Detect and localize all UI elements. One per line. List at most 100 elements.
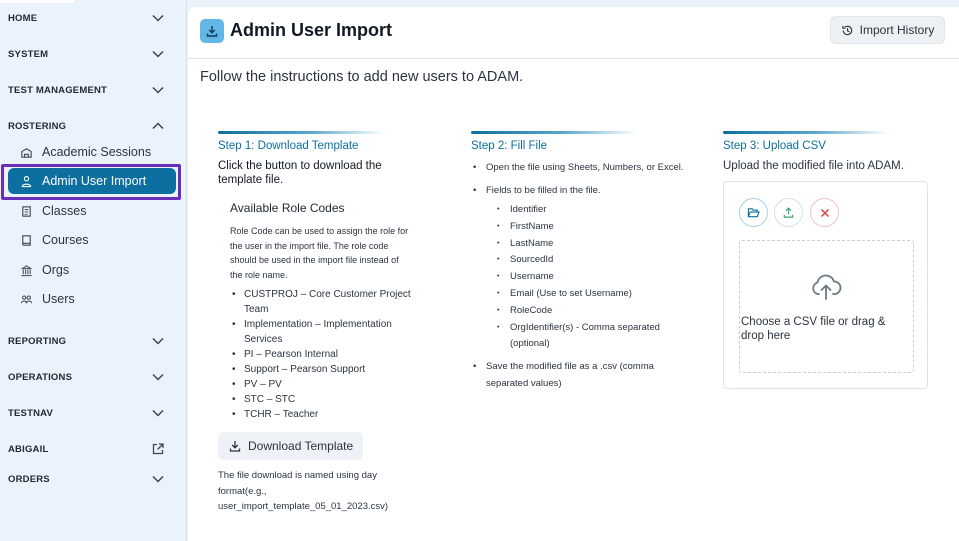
field-item: Username bbox=[486, 269, 686, 286]
sidebar-item-users[interactable]: Users bbox=[8, 286, 176, 312]
role-code-item: Support – Pearson Support bbox=[230, 362, 418, 377]
book-icon bbox=[22, 234, 31, 246]
role-codes-heading: Available Role Codes bbox=[230, 201, 345, 215]
sidebar-top-indicator bbox=[0, 0, 75, 3]
role-code-item: Implementation – Implementation Services bbox=[230, 317, 418, 347]
sidebar-section-label: TESTNAV bbox=[8, 407, 54, 419]
folder-open-icon bbox=[747, 208, 760, 218]
chevron-down-icon bbox=[152, 14, 164, 22]
sidebar-item-label: Users bbox=[42, 292, 75, 306]
step-2-section: Step 2: Fill File Open the file using Sh… bbox=[471, 131, 686, 392]
history-icon bbox=[841, 25, 852, 35]
step-1-title: Step 1: Download Template bbox=[218, 140, 359, 152]
csv-dropzone[interactable]: Choose a CSV file or drag & drop here bbox=[739, 240, 914, 373]
fill-instruction-save: Save the modified file as a .csv (comma … bbox=[471, 359, 686, 392]
sidebar-item-orgs[interactable]: Orgs bbox=[8, 257, 176, 283]
step-3-progress-bar bbox=[723, 131, 889, 134]
chevron-down-icon bbox=[152, 337, 164, 345]
role-code-item: PI – Pearson Internal bbox=[230, 347, 418, 362]
chevron-up-icon bbox=[152, 122, 164, 130]
sidebar-section-label: OPERATIONS bbox=[8, 371, 73, 383]
step-3-lead: Upload the modified file into ADAM. bbox=[723, 160, 904, 172]
chevron-down-icon bbox=[152, 475, 164, 483]
sidebar-section-operations[interactable]: OPERATIONS bbox=[0, 366, 187, 388]
sidebar-section-rostering[interactable]: ROSTERING bbox=[0, 115, 187, 137]
step-3-section: Step 3: Upload CSV Upload the modified f… bbox=[723, 131, 933, 172]
role-code-item: TCHR – Teacher bbox=[230, 407, 418, 422]
step-2-title: Step 2: Fill File bbox=[471, 140, 548, 152]
download-template-label: Download Template bbox=[248, 439, 354, 453]
fill-instruction-open: Open the file using Sheets, Numbers, or … bbox=[471, 160, 686, 177]
sidebar-section-label: HOME bbox=[8, 12, 38, 24]
sidebar-section-test-management[interactable]: TEST MANAGEMENT bbox=[0, 79, 187, 101]
sidebar-item-classes[interactable]: Classes bbox=[8, 198, 176, 224]
field-item: SourcedId bbox=[486, 252, 686, 269]
chevron-down-icon bbox=[152, 50, 164, 58]
field-item: FirstName bbox=[486, 219, 686, 236]
external-link-icon bbox=[152, 443, 164, 455]
chevron-down-icon bbox=[152, 409, 164, 417]
download-note: The file download is named using day for… bbox=[218, 470, 389, 512]
intro-text: Follow the instructions to add new users… bbox=[200, 69, 524, 85]
sidebar-item-academic-sessions[interactable]: Academic Sessions bbox=[8, 139, 176, 165]
sidebar-item-label: Academic Sessions bbox=[42, 145, 152, 159]
import-history-button[interactable]: Import History bbox=[830, 16, 945, 44]
role-codes-description: Role Code can be used to assign the role… bbox=[230, 226, 409, 280]
upload-button[interactable] bbox=[774, 198, 803, 227]
user-import-icon bbox=[21, 175, 32, 187]
sidebar-section-reporting[interactable]: REPORTING bbox=[0, 330, 187, 352]
step-3-title: Step 3: Upload CSV bbox=[723, 140, 826, 152]
clear-file-button[interactable] bbox=[810, 198, 839, 227]
step-1-lead: Click the button to download the templat… bbox=[218, 160, 382, 186]
chevron-down-icon bbox=[152, 86, 164, 94]
field-item: LastName bbox=[486, 236, 686, 253]
fields-intro: Fields to be filled in the file. bbox=[486, 184, 601, 196]
import-history-label: Import History bbox=[859, 23, 935, 37]
sidebar: HOME SYSTEM TEST MANAGEMENT ROSTERING Ac… bbox=[0, 0, 187, 541]
chevron-down-icon bbox=[152, 373, 164, 381]
field-item: OrgIdentifier(s) - Comma separated (opti… bbox=[486, 320, 686, 354]
sidebar-section-label: ROSTERING bbox=[8, 120, 67, 132]
building-icon bbox=[20, 264, 33, 276]
role-codes-list: CUSTPROJ – Core Customer Project Team Im… bbox=[230, 287, 418, 422]
sidebar-section-label: ORDERS bbox=[8, 473, 50, 485]
sidebar-section-orders[interactable]: ORDERS bbox=[0, 468, 187, 490]
role-code-item: CUSTPROJ – Core Customer Project Team bbox=[230, 287, 418, 317]
sidebar-section-system[interactable]: SYSTEM bbox=[0, 43, 187, 65]
sidebar-section-testnav[interactable]: TESTNAV bbox=[0, 402, 187, 424]
sidebar-item-courses[interactable]: Courses bbox=[8, 227, 176, 253]
cloud-upload-icon bbox=[812, 274, 842, 300]
role-code-item: STC – STC bbox=[230, 392, 418, 407]
role-code-item: PV – PV bbox=[230, 377, 418, 392]
school-icon bbox=[21, 147, 32, 158]
sidebar-item-label: Orgs bbox=[42, 263, 70, 277]
step-2-progress-bar bbox=[471, 131, 637, 134]
sidebar-item-label: Classes bbox=[42, 204, 87, 218]
page-title: Admin User Import bbox=[230, 20, 393, 40]
step-1-section: Step 1: Download Template Click the butt… bbox=[218, 131, 418, 422]
fill-instructions-list: Open the file using Sheets, Numbers, or … bbox=[471, 160, 686, 392]
step-1-progress-bar bbox=[218, 131, 384, 134]
fields-list: Identifier FirstName LastName SourcedId … bbox=[486, 202, 686, 353]
field-item: RoleCode bbox=[486, 303, 686, 320]
page-header: Admin User Import Import History bbox=[188, 7, 959, 59]
download-template-button[interactable]: Download Template bbox=[218, 432, 363, 460]
fill-instruction-fields: Fields to be filled in the file. Identif… bbox=[471, 183, 686, 354]
browse-file-button[interactable] bbox=[739, 198, 768, 227]
users-icon bbox=[20, 294, 33, 303]
upload-icon bbox=[783, 207, 794, 218]
sidebar-section-label: ABIGAIL bbox=[8, 443, 49, 455]
dropzone-text: Choose a CSV file or drag & drop here bbox=[741, 316, 886, 342]
sidebar-item-label: Courses bbox=[42, 233, 89, 247]
sidebar-item-admin-user-import[interactable]: Admin User Import bbox=[8, 168, 176, 194]
classes-icon bbox=[22, 205, 31, 217]
sidebar-section-label: TEST MANAGEMENT bbox=[8, 84, 108, 96]
sidebar-section-home[interactable]: HOME bbox=[0, 7, 187, 29]
download-icon bbox=[229, 441, 241, 452]
sidebar-section-abigail[interactable]: ABIGAIL bbox=[0, 438, 187, 460]
main-content: Admin User Import Import History Follow … bbox=[188, 7, 959, 541]
upload-card: Choose a CSV file or drag & drop here bbox=[723, 181, 928, 389]
sidebar-section-label: SYSTEM bbox=[8, 48, 49, 60]
sidebar-section-label: REPORTING bbox=[8, 335, 67, 347]
field-item: Identifier bbox=[486, 202, 686, 219]
